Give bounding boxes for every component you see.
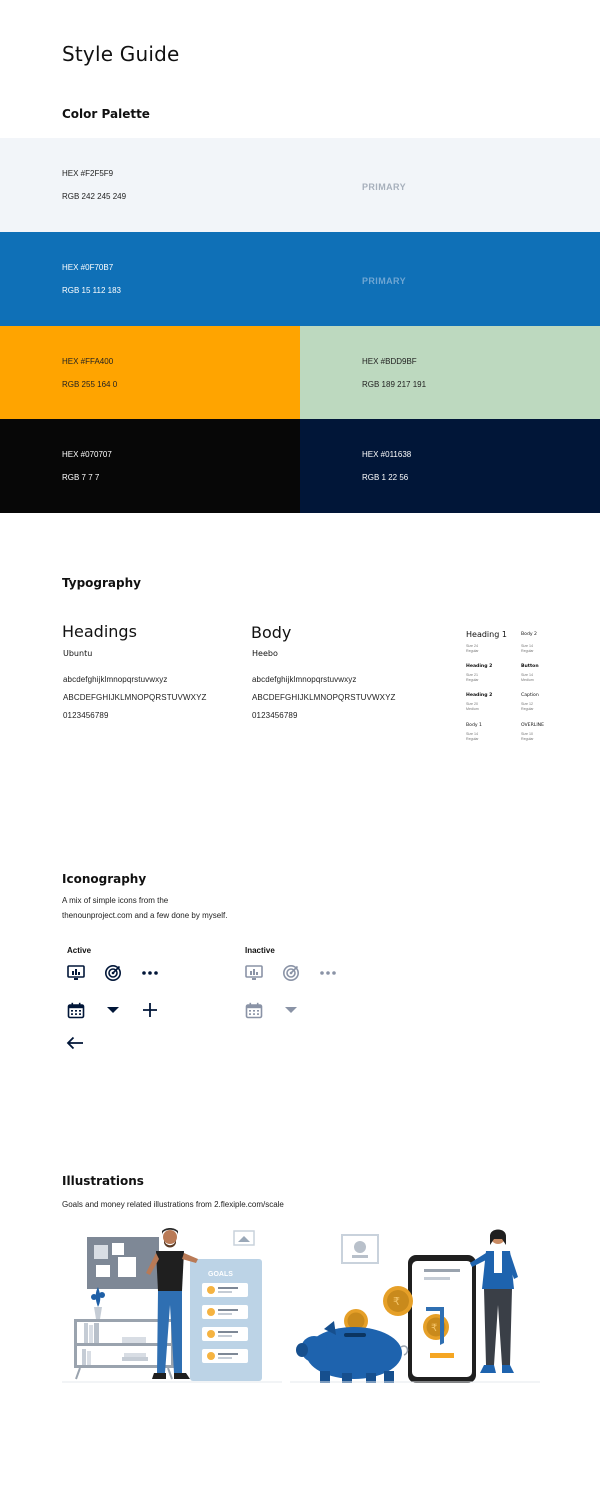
headings-lowercase: abcdefghijklmnopqrstuvwxyz <box>63 675 168 684</box>
illustrations-description: Goals and money related illustrations fr… <box>62 1200 284 1209</box>
swatch-rgb: RGB 255 164 0 <box>62 380 118 389</box>
scale-heading-2: Heading 2 <box>466 664 493 669</box>
scale-caption: Caption <box>521 693 539 698</box>
scale-weight: Regular <box>521 649 534 653</box>
piggy-bank-illustration: ₹ ₹ <box>290 1229 540 1383</box>
scale-overline: OVERLINE <box>521 723 545 728</box>
calendar-icon <box>243 999 265 1021</box>
swatch-070707: HEX #070707 RGB 7 7 7 <box>0 419 300 513</box>
scale-weight: Regular <box>466 678 479 682</box>
active-label: Active <box>67 946 92 955</box>
swatch-tag: PRIMARY <box>362 182 406 192</box>
body-digits: 0123456789 <box>252 711 298 720</box>
swatch-ffa400: HEX #FFA400 RGB 255 164 0 <box>0 326 300 420</box>
goals-illustration: GOALS <box>62 1228 282 1383</box>
color-palette-heading: Color Palette <box>62 107 150 121</box>
typography-heading: Typography <box>62 576 141 590</box>
swatch-rgb: RGB 15 112 183 <box>62 286 122 295</box>
plus-icon <box>139 999 161 1021</box>
swatch-hex: HEX #070707 <box>62 450 112 459</box>
page-title: Style Guide <box>62 42 180 66</box>
chart-icon <box>65 962 87 984</box>
scale-weight: Regular <box>521 737 534 741</box>
illustrations-heading: Illustrations <box>62 1174 144 1188</box>
headings-digits: 0123456789 <box>63 711 109 720</box>
iconography-description-line-2: thenounproject.com and a few done by mys… <box>62 911 228 920</box>
arrow-left-icon <box>64 1032 86 1054</box>
swatch-011638: HEX #011638 RGB 1 22 56 <box>300 419 600 513</box>
scale-weight: Regular <box>466 737 479 741</box>
swatch-hex: HEX #011638 <box>362 450 412 459</box>
swatch-rgb: RGB 1 22 56 <box>362 473 409 482</box>
chart-icon <box>243 962 265 984</box>
scale-heading-3: Heading 2 <box>466 693 493 698</box>
swatch-0f70b7: HEX #0F70B7 RGB 15 112 183 PRIMARY <box>0 232 600 326</box>
more-icon <box>139 962 161 984</box>
scale-body-2: Body 2 <box>521 632 537 637</box>
iconography-heading: Iconography <box>62 872 147 886</box>
swatch-bdd9bf: HEX #BDD9BF RGB 189 217 191 <box>300 326 600 420</box>
swatch-rgb: RGB 242 245 249 <box>62 192 127 201</box>
rupee-icon: ₹ <box>431 1323 437 1334</box>
body-lowercase: abcdefghijklmnopqrstuvwxyz <box>252 675 357 684</box>
scale-weight: Regular <box>521 707 534 711</box>
body-uppercase: ABCDEFGHIJKLMNOPQRSTUVWXYZ <box>252 693 396 702</box>
scale-heading-1: Heading 1 <box>466 630 507 639</box>
swatch-hex: HEX #F2F5F9 <box>62 169 114 178</box>
caret-down-icon <box>280 999 302 1021</box>
swatch-hex: HEX #FFA400 <box>62 357 114 366</box>
swatch-rgb: RGB 189 217 191 <box>362 380 427 389</box>
body-font-label: Body <box>251 623 292 642</box>
target-icon <box>102 962 124 984</box>
scale-weight: Medium <box>466 707 479 711</box>
scale-weight: Medium <box>521 678 534 682</box>
headings-font-family: Ubuntu <box>63 649 93 658</box>
body-font-family: Heebo <box>252 649 278 658</box>
swatch-hex: HEX #BDD9BF <box>362 357 417 366</box>
swatch-rgb: RGB 7 7 7 <box>62 473 100 482</box>
swatch-tag: PRIMARY <box>362 276 406 286</box>
caret-down-icon <box>102 999 124 1021</box>
inactive-label: Inactive <box>245 946 275 955</box>
swatch-f2f5f9: HEX #F2F5F9 RGB 242 245 249 PRIMARY <box>0 138 600 232</box>
scale-body-1: Body 1 <box>466 723 482 728</box>
calendar-icon <box>65 999 87 1021</box>
swatch-hex: HEX #0F70B7 <box>62 263 114 272</box>
goals-card-title: GOALS <box>208 1271 233 1278</box>
more-icon <box>317 962 339 984</box>
type-scale: Heading 1 Size 24 Regular Heading 2 Size… <box>466 630 546 750</box>
iconography-description-line-1: A mix of simple icons from the <box>62 896 169 905</box>
rupee-icon: ₹ <box>393 1295 400 1308</box>
target-icon <box>280 962 302 984</box>
headings-uppercase: ABCDEFGHIJKLMNOPQRSTUVWXYZ <box>63 693 207 702</box>
headings-font-label: Headings <box>62 622 137 641</box>
scale-weight: Regular <box>466 649 479 653</box>
scale-button: Button <box>521 664 539 669</box>
